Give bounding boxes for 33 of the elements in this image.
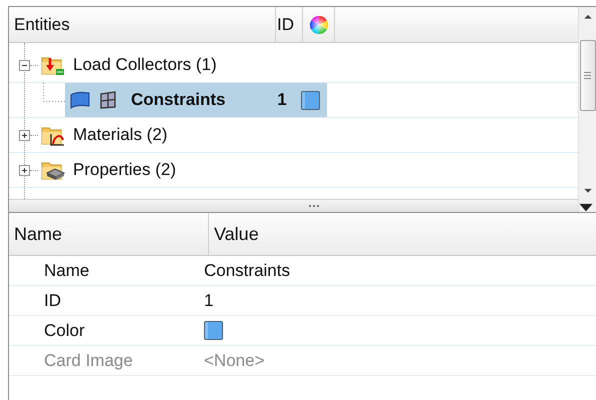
color-swatch[interactable]	[204, 321, 223, 340]
column-header[interactable]: Name	[9, 213, 209, 255]
property-value[interactable]: 1	[204, 290, 214, 310]
color-wheel-icon	[308, 14, 328, 34]
dropdown-arrow-icon[interactable]	[578, 202, 594, 212]
collapse-toggle[interactable]	[19, 60, 30, 70]
tree-item-label: Constraints	[131, 90, 226, 110]
tree-item-label: Materials (2)	[73, 125, 168, 145]
flag-icon	[69, 90, 91, 110]
column-header[interactable]: ID	[276, 7, 303, 42]
tree-connector	[43, 83, 65, 102]
tree-item-label: Load Collectors (1)	[73, 55, 217, 75]
expand-toggle[interactable]	[19, 164, 30, 176]
grid-icon	[99, 91, 117, 109]
property-name: Name	[43, 260, 90, 280]
tree-item[interactable]: Constraints 1	[65, 83, 327, 117]
scroll-up-icon[interactable]	[582, 13, 592, 20]
property-value[interactable]: Constraints	[204, 260, 290, 280]
tree-item[interactable]: Materials (2)	[38, 118, 174, 152]
property-name: ID	[43, 290, 62, 310]
column-header[interactable]: Value	[209, 213, 259, 255]
property-name: Color	[43, 320, 86, 340]
tree-item[interactable]: Properties (2)	[38, 153, 182, 187]
column-header[interactable]: Entities	[9, 7, 276, 42]
scroll-down-icon[interactable]	[582, 187, 592, 195]
color-swatch[interactable]	[301, 90, 320, 110]
property-name: Card Image	[43, 350, 134, 370]
horizontal-scrollbar[interactable]	[9, 199, 578, 212]
vertical-scrollbar[interactable]	[578, 7, 596, 212]
tree-item-label: Properties (2)	[73, 160, 176, 180]
tree-item[interactable]: Load Collectors (1)	[38, 48, 223, 82]
expand-toggle[interactable]	[19, 130, 30, 140]
entity-id: 1	[276, 90, 288, 110]
